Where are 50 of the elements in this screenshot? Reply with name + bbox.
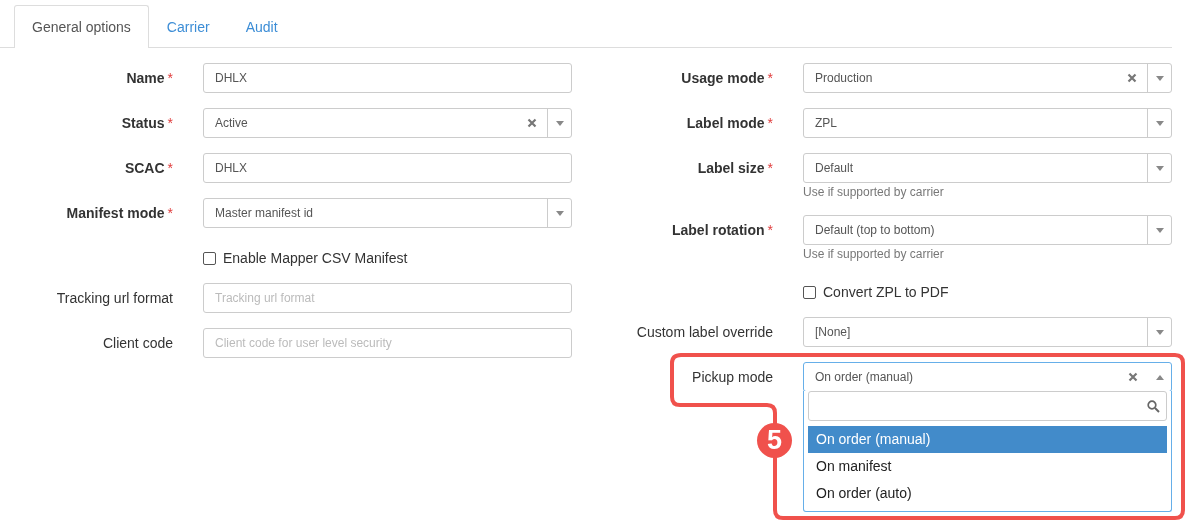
field-label: Custom label override [635,323,773,342]
tab[interactable]: Audit [227,5,296,48]
dropdown-option[interactable]: On order (auto) [808,480,1167,507]
text-field[interactable]: DHLX [203,153,572,183]
help-text: Use if supported by carrier [803,247,945,262]
field-label: Manifest mode * [65,204,173,223]
select-field[interactable]: On order (manual) [803,362,1172,392]
field-label: SCAC * [123,159,173,178]
caret-up-icon[interactable] [1155,374,1164,380]
select-field[interactable]: Active [203,108,572,138]
text-field[interactable]: DHLX [203,63,572,93]
field-label: Name * [125,69,173,88]
help-text: Use if supported by carrier [803,185,945,200]
select-field[interactable]: Default (top to bottom) [803,215,1172,245]
field-label: Usage mode * [680,69,773,88]
field-label: Pickup mode [691,368,773,387]
field-label: Label mode * [685,114,773,133]
select-field[interactable]: Default [803,153,1172,183]
tab[interactable]: General options [14,5,149,48]
caret-down-icon[interactable] [555,120,564,126]
select-field[interactable]: Master manifest id [203,198,572,228]
caret-down-icon[interactable] [1155,165,1164,171]
clear-icon[interactable] [527,118,537,128]
field-label: Label rotation * [671,221,773,240]
caret-down-icon[interactable] [1155,329,1164,335]
field-label: Client code [101,334,173,353]
field-label: Status * [120,114,173,133]
search-field[interactable] [808,391,1167,421]
select-field[interactable]: ZPL [803,108,1172,138]
checkbox[interactable] [203,251,216,265]
checkbox-label: Enable Mapper CSV Manifest [223,250,408,266]
dropdown-option[interactable]: On manifest [808,453,1167,480]
checkbox-label: Convert ZPL to PDF [823,284,949,300]
search-icon [1147,399,1160,413]
clear-icon[interactable] [1127,73,1137,83]
tab[interactable]: Carrier [148,5,228,48]
caret-down-icon[interactable] [555,210,564,216]
caret-down-icon[interactable] [1155,120,1164,126]
callout-number: 5 [757,423,792,458]
dropdown-option[interactable]: On order (manual) [808,426,1167,453]
text-field[interactable]: Tracking url format [203,283,572,313]
field-label: Tracking url format [55,289,173,308]
clear-icon[interactable] [1128,372,1138,382]
select-field[interactable]: [None] [803,317,1172,347]
field-label: Label size * [696,159,773,178]
select-field[interactable]: Production [803,63,1172,93]
text-field[interactable]: Client code for user level security [203,328,572,358]
caret-down-icon[interactable] [1155,227,1164,233]
caret-down-icon[interactable] [1155,75,1164,81]
checkbox[interactable] [803,285,816,299]
